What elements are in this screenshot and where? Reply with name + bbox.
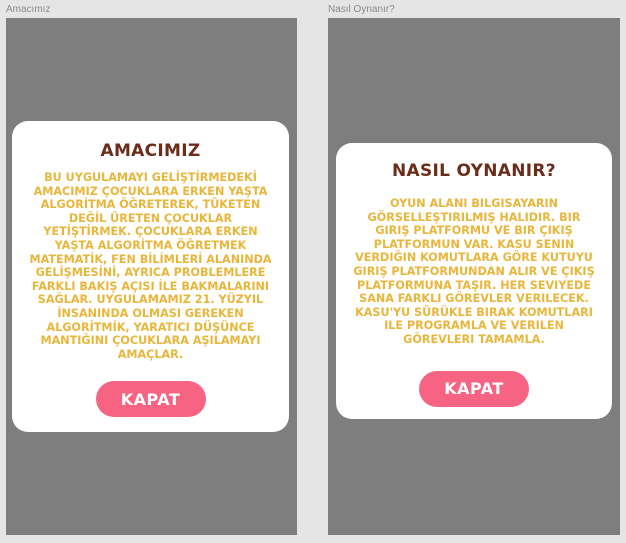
close-button[interactable]: KAPAT	[95, 381, 206, 418]
dialog-title: NASIL OYNANIR?	[392, 161, 556, 181]
frame-nasil-oynanir: NASIL OYNANIR? OYUN ALANI BILGISAYARIN G…	[328, 18, 620, 535]
dialog-body-text: OYUN ALANI BILGISAYARIN GÖRSELLEŞTIRILMI…	[353, 197, 595, 346]
dialog-title: AMACIMIZ	[100, 141, 201, 161]
frame-label-nasil-oynanir: Nasıl Oynanır?	[328, 4, 395, 15]
frame-amacimiz: AMACIMIZ BU UYGULAMAYI GELİŞTİRMEDEKİ AM…	[6, 18, 297, 535]
close-button[interactable]: KAPAT	[419, 370, 529, 407]
frame-label-amacimiz: Amacımız	[6, 4, 51, 15]
how-to-play-dialog: NASIL OYNANIR? OYUN ALANI BILGISAYARIN G…	[336, 143, 612, 419]
dialog-body-text: BU UYGULAMAYI GELİŞTİRMEDEKİ AMACIMIZ ÇO…	[29, 171, 272, 361]
about-dialog: AMACIMIZ BU UYGULAMAYI GELİŞTİRMEDEKİ AM…	[12, 121, 289, 432]
